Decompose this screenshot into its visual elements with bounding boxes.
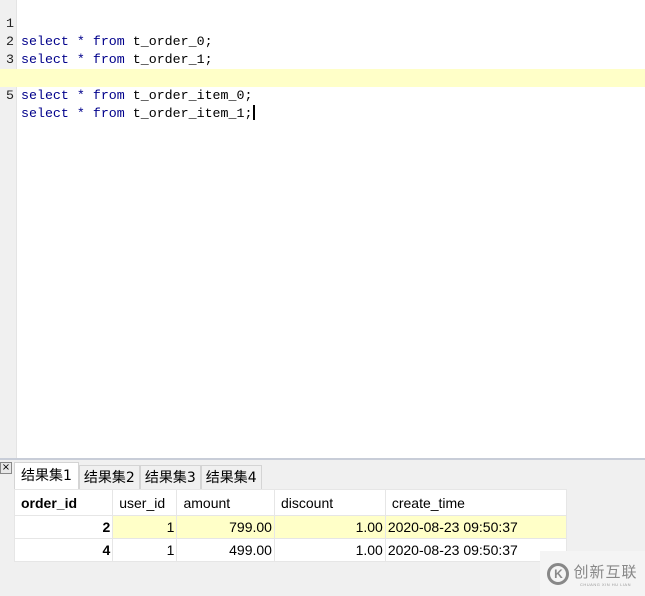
cell-amount[interactable]: 499.00 — [176, 538, 275, 562]
tab-result-set-1[interactable]: 结果集1 — [14, 462, 79, 490]
code-line-1[interactable]: 1 select * from t_order_0; — [0, 0, 645, 49]
sql-table-name: t_order_item_0; — [132, 88, 253, 103]
sql-operator: * — [76, 88, 85, 103]
column-header-amount[interactable]: amount — [176, 489, 275, 516]
sql-table-name: t_order_item_1; — [132, 106, 253, 121]
table-row[interactable]: 2 1 799.00 1.00 2020-08-23 09:50:37 — [13, 515, 568, 539]
watermark-subtext: CHUANG XIN HU LIAN — [579, 581, 631, 587]
tab-result-set-2[interactable]: 结果集2 — [78, 465, 140, 490]
column-header-user-id[interactable]: user_id — [112, 489, 178, 516]
sql-operator: * — [76, 106, 85, 121]
cell-order-id[interactable]: 2 — [13, 515, 114, 539]
sql-keyword: from — [92, 88, 125, 103]
sql-keyword: from — [92, 106, 125, 121]
header-row: order_id user_id amount discount create_… — [13, 489, 568, 516]
cell-create-time[interactable]: 2020-08-23 09:50:37 — [384, 515, 568, 539]
line-number: 5 — [6, 88, 14, 103]
tab-result-set-4[interactable]: 结果集4 — [200, 465, 262, 490]
result-tabs: 结果集1 结果集2 结果集3 结果集4 — [14, 462, 262, 490]
watermark-text: 创新互联 — [573, 562, 638, 581]
watermark: K 创新互联 CHUANG XIN HU LIAN — [540, 551, 645, 596]
cell-discount[interactable]: 1.00 — [273, 515, 386, 539]
code-line-2[interactable]: 2 select * from t_order_1; — [0, 15, 645, 67]
sql-keyword: select — [21, 106, 69, 121]
tab-result-set-3[interactable]: 结果集3 — [139, 465, 201, 490]
code-line-4[interactable]: 4 select * from t_order_item_0; — [0, 51, 645, 103]
close-icon[interactable]: × — [0, 462, 12, 474]
result-grid: order_id user_id amount discount create_… — [13, 489, 568, 562]
cell-amount[interactable]: 799.00 — [176, 515, 275, 539]
cell-user-id[interactable]: 1 — [112, 538, 178, 562]
code-line-5[interactable]: 5 select * from t_order_item_1; — [0, 69, 645, 121]
column-header-discount[interactable]: discount — [273, 489, 386, 516]
brand-logo-icon: K — [547, 562, 570, 585]
cell-discount[interactable]: 1.00 — [273, 538, 386, 562]
column-header-order-id[interactable]: order_id — [13, 489, 114, 516]
cell-order-id[interactable]: 4 — [13, 538, 114, 562]
code-line-3[interactable]: 3 — [0, 33, 645, 67]
cell-user-id[interactable]: 1 — [112, 515, 178, 539]
sql-editor[interactable]: 1 select * from t_order_0; 2 select * fr… — [0, 0, 645, 458]
table-row[interactable]: 4 1 499.00 1.00 2020-08-23 09:50:37 — [13, 538, 568, 562]
text-caret — [253, 105, 256, 120]
column-header-create-time[interactable]: create_time — [384, 489, 568, 516]
